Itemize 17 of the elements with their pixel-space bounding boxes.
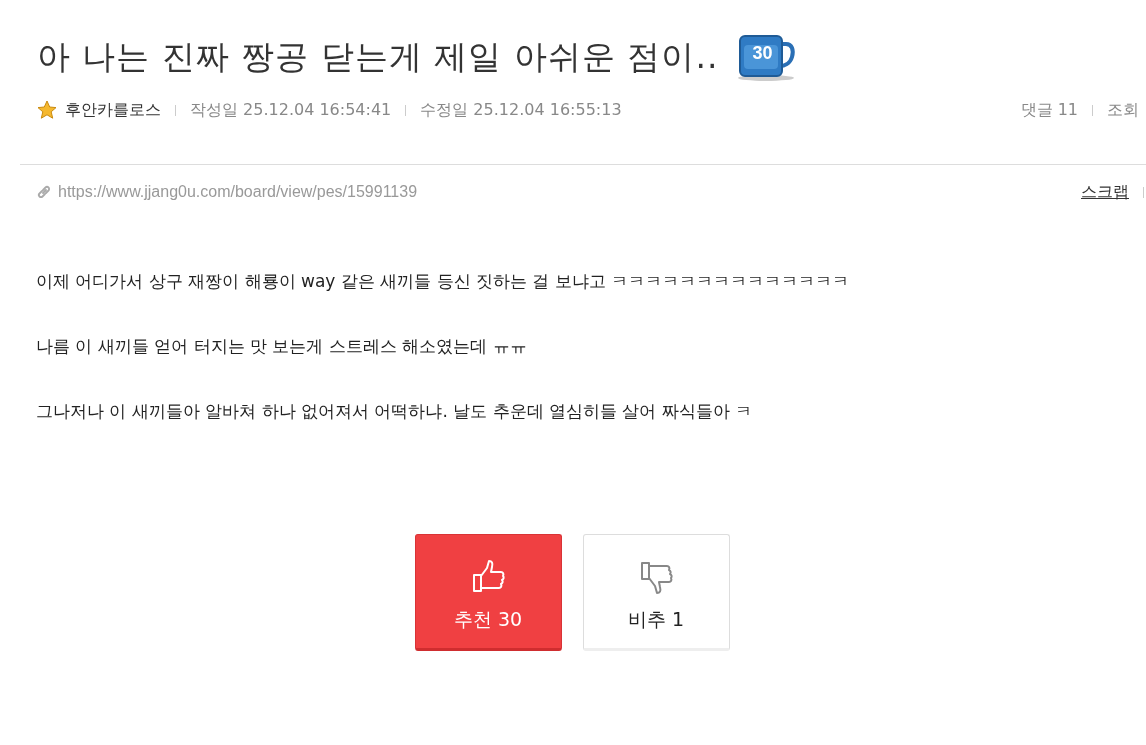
post-paragraph: 이제 어디가서 상구 재짱이 해룡이 way 같은 새끼들 등신 짓하는 걸 보냐고 ㅋㅋㅋㅋㅋㅋㅋㅋㅋㅋㅋㅋㅋㅋ <box>36 270 851 293</box>
post-paragraph: 그나저나 이 새끼들아 알바쳐 하나 없어져서 어떡하냐. 날도 추운데 열심히들 살어 짜식들아 ㅋ <box>36 400 754 423</box>
post-title: 아 나는 진짜 짱공 닫는게 제일 아쉬운 점이.. <box>37 35 719 78</box>
edited-date: 수정일 25.12.04 16:55:13 <box>420 99 622 121</box>
post-paragraph: 나름 이 새끼들 얻어 터지는 맛 보는게 스트레스 해소였는데 ㅠㅠ <box>36 335 528 358</box>
written-date: 작성일 25.12.04 16:54:41 <box>190 99 392 121</box>
scrap-link[interactable]: 스크랩 <box>1081 181 1129 203</box>
comment-count: 댓글 11 <box>1020 99 1078 121</box>
thumbs-up-icon <box>470 559 506 595</box>
star-icon <box>37 100 57 120</box>
view-count: 조회 <box>1107 99 1139 121</box>
thumbs-down-icon <box>638 559 674 595</box>
author-name[interactable]: 후안카를로스 <box>65 99 161 121</box>
downvote-button[interactable]: 비추 1 <box>582 534 730 651</box>
link-icon <box>36 184 52 200</box>
upvote-button[interactable]: 추천 30 <box>414 534 562 651</box>
mug-badge-count: 30 <box>751 43 774 64</box>
